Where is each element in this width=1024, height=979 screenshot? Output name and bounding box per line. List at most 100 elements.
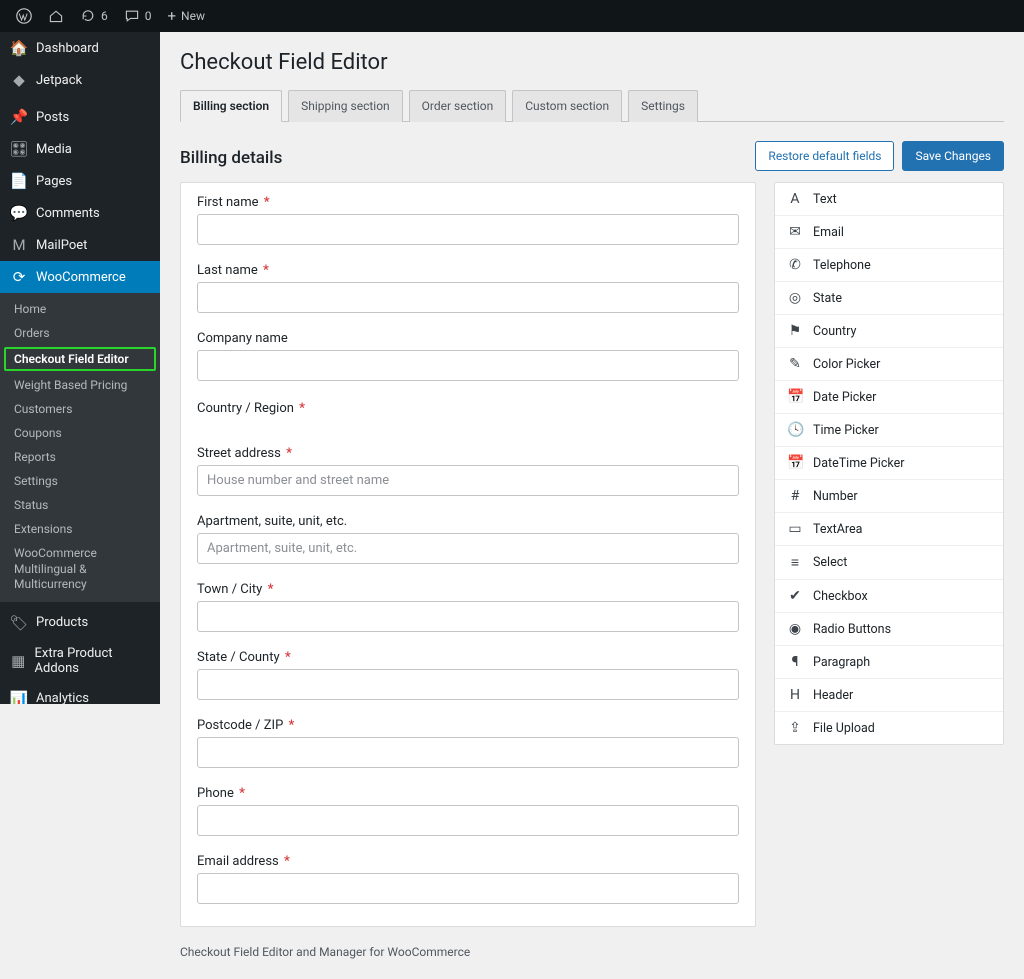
site-home[interactable]: [40, 0, 72, 32]
field-input[interactable]: [197, 737, 739, 768]
field-input[interactable]: [197, 873, 739, 904]
comment-icon: [124, 8, 140, 24]
field-type-icon: #: [787, 488, 803, 504]
field-type-item[interactable]: ✎Color Picker: [775, 348, 1003, 381]
field-input[interactable]: [197, 669, 739, 700]
tab[interactable]: Order section: [409, 90, 507, 122]
form-field: Email address *: [197, 854, 739, 904]
updates[interactable]: 6: [72, 0, 116, 32]
field-type-item[interactable]: #Number: [775, 480, 1003, 513]
tab[interactable]: Shipping section: [288, 90, 403, 122]
sidebar-item-media[interactable]: 🎛Media: [0, 133, 160, 165]
field-type-item[interactable]: ✆Telephone: [775, 249, 1003, 282]
tab[interactable]: Settings: [628, 90, 698, 122]
submenu-item[interactable]: Reports: [0, 445, 160, 469]
field-type-item[interactable]: ✉Email: [775, 216, 1003, 249]
submenu-item[interactable]: Status: [0, 493, 160, 517]
field-input[interactable]: [197, 282, 739, 313]
required-marker: *: [285, 718, 294, 733]
submenu-item[interactable]: Customers: [0, 397, 160, 421]
wp-logo[interactable]: [8, 0, 40, 32]
field-type-label: Country: [813, 324, 856, 339]
products-icon: 🏷: [10, 614, 28, 632]
field-input[interactable]: [197, 465, 739, 496]
submenu-item[interactable]: WooCommerce Multilingual & Multicurrency: [0, 541, 160, 598]
field-type-item[interactable]: 📅Date Picker: [775, 381, 1003, 414]
tab[interactable]: Billing section: [180, 90, 282, 122]
field-input[interactable]: [197, 533, 739, 564]
field-type-item[interactable]: ≡Select: [775, 546, 1003, 580]
sidebar-item-jetpack[interactable]: ◆Jetpack: [0, 64, 160, 96]
addons-icon: ▦: [10, 652, 27, 670]
field-type-item[interactable]: ⚑ Country: [775, 315, 1003, 348]
field-type-item[interactable]: ✔Checkbox: [775, 580, 1003, 613]
comments-bubble[interactable]: 0: [116, 0, 160, 32]
submenu-item[interactable]: Orders: [0, 321, 160, 345]
field-label: First name *: [197, 195, 739, 210]
field-type-item[interactable]: ▭TextArea: [775, 513, 1003, 546]
field-type-icon: ◎: [787, 290, 803, 306]
footer-note: Checkout Field Editor and Manager for Wo…: [180, 945, 1004, 959]
restore-defaults-button[interactable]: Restore default fields: [755, 141, 894, 172]
field-type-icon: ✎: [787, 356, 803, 372]
field-label: Email address *: [197, 854, 739, 869]
field-type-label: State: [813, 291, 842, 306]
sidebar-item-label: MailPoet: [36, 238, 87, 253]
field-type-icon: H: [787, 687, 803, 703]
submenu-item[interactable]: Weight Based Pricing: [0, 373, 160, 397]
field-type-icon: 🕓: [787, 422, 803, 438]
submenu-item[interactable]: Extensions: [0, 517, 160, 541]
comments-icon: 💬: [10, 204, 28, 222]
new-content[interactable]: + New: [160, 0, 213, 32]
plus-icon: +: [168, 7, 177, 25]
field-type-item[interactable]: ◉Radio Buttons: [775, 613, 1003, 646]
field-input[interactable]: [197, 805, 739, 836]
sidebar-item-comments[interactable]: 💬 Comments: [0, 197, 160, 229]
submenu-item[interactable]: Settings: [0, 469, 160, 493]
field-input[interactable]: [197, 350, 739, 381]
field-type-item[interactable]: 🕓Time Picker: [775, 414, 1003, 447]
form-field: Postcode / ZIP *: [197, 718, 739, 768]
field-type-icon: ▭: [787, 521, 803, 537]
field-type-label: DateTime Picker: [813, 456, 904, 471]
sidebar-item-label: Dashboard: [36, 41, 99, 56]
submenu-item[interactable]: Home: [0, 297, 160, 321]
save-changes-button[interactable]: Save Changes: [902, 141, 1004, 172]
sidebar-item-pages[interactable]: 📄Pages: [0, 165, 160, 197]
gauge-icon: 🏠: [10, 39, 28, 57]
field-type-item[interactable]: HHeader: [775, 679, 1003, 712]
field-type-item[interactable]: 📅DateTime Picker: [775, 447, 1003, 480]
field-type-label: Text: [813, 192, 837, 207]
sidebar-item-addons[interactable]: ▦Extra Product Addons: [0, 639, 160, 683]
field-label: Country / Region *: [197, 401, 739, 416]
field-input[interactable]: [197, 601, 739, 632]
field-label: Last name *: [197, 263, 739, 278]
field-type-item[interactable]: AText: [775, 183, 1003, 216]
submenu-item[interactable]: Coupons: [0, 421, 160, 445]
field-input[interactable]: [197, 214, 739, 245]
sidebar-item-dashboard[interactable]: 🏠 Dashboard: [0, 32, 160, 64]
sidebar-item-label: Analytics: [36, 691, 89, 704]
field-type-item[interactable]: ◎ State: [775, 282, 1003, 315]
sidebar-item-woocommerce[interactable]: ⟳WooCommerce: [0, 261, 160, 293]
field-type-icon: ⚑: [787, 323, 803, 339]
field-label: Company name: [197, 331, 739, 346]
sidebar-item-analytics[interactable]: 📊Analytics: [0, 683, 160, 704]
updates-count: 6: [101, 9, 108, 23]
sidebar-item-mailpoet[interactable]: MMailPoet: [0, 229, 160, 261]
field-type-label: Paragraph: [813, 655, 870, 670]
sidebar-item-label: Comments: [36, 206, 100, 221]
sidebar-item-label: Pages: [36, 174, 72, 189]
main-content: Checkout Field Editor Billing sectionShi…: [160, 0, 1024, 979]
field-type-icon: ✆: [787, 257, 803, 273]
form-field: First name *: [197, 195, 739, 245]
submenu-item[interactable]: Checkout Field Editor: [4, 347, 156, 371]
field-label: State / County *: [197, 650, 739, 665]
billing-fields-panel: First name * Last name * Company name Count…: [180, 182, 756, 927]
field-type-item[interactable]: ⇪File Upload: [775, 712, 1003, 744]
field-type-item[interactable]: ¶Paragraph: [775, 646, 1003, 679]
sidebar-item-products[interactable]: 🏷Products: [0, 607, 160, 639]
form-field: Phone *: [197, 786, 739, 836]
sidebar-item-posts[interactable]: 📌Posts: [0, 101, 160, 133]
tab[interactable]: Custom section: [512, 90, 622, 122]
